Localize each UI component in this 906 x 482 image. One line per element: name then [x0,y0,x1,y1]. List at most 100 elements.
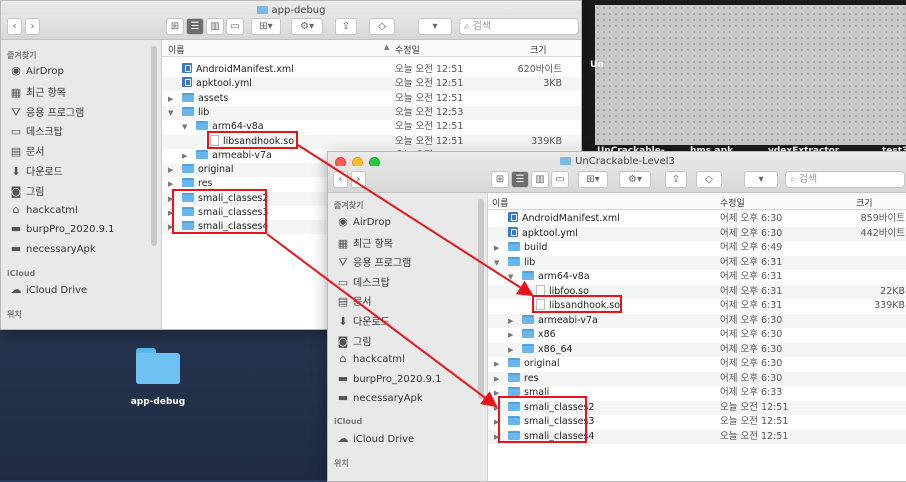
tags-button[interactable]: ◇ [696,171,722,188]
sidebar-item-7[interactable]: ⌂ hackcatml [9,203,78,216]
disclosure-open-icon[interactable]: ▼ [182,120,187,134]
list-view-button[interactable]: ☰ [511,171,529,188]
sidebar-item-0[interactable]: ◉ AirDrop [9,64,64,77]
table-row[interactable]: ▼ arm64-v8a 어제 오후 6:31 [488,270,906,284]
gallery-view-button[interactable]: ▭ [226,18,244,35]
sidebar-item-2[interactable]: ⛛ 응용 프로그램 [9,104,84,120]
sidebar-item-icloud-drive[interactable]: ☁ iCloud Drive [9,283,88,296]
table-row[interactable]: AndroidManifest.xml 어제 오후 6:30 859바이트 [488,212,906,226]
sidebar-item-6[interactable]: ◙ 그림 [336,333,372,348]
column-header-name[interactable]: 이름 [168,43,185,56]
sidebar-item-9[interactable]: ▬ necessaryApk [9,242,96,255]
disclosure-closed-icon[interactable]: ▶ [494,357,499,371]
column-header-name[interactable]: 이름 [492,196,509,209]
back-button[interactable]: ‹ [7,18,22,35]
row-name: res [508,372,539,386]
sidebar-item-3[interactable]: ▭ 데스크탑 [9,123,63,138]
share-button[interactable]: ⇪ [665,171,687,188]
sidebar-item-9[interactable]: ▬ necessaryApk [336,391,423,404]
table-row[interactable]: ▶ assets 오늘 오전 12:51 [162,92,581,106]
icon-view-button[interactable]: ⊞ [166,18,184,35]
sidebar-item-icloud-drive[interactable]: ☁ iCloud Drive [336,432,415,445]
sidebar-item-6[interactable]: ◙ 그림 [9,183,45,198]
tags-button[interactable]: ◇ [369,18,395,35]
sidebar-item-1[interactable]: ▦ 최근 항목 [9,84,66,99]
sidebar-scrollbar[interactable] [151,46,157,246]
disclosure-closed-icon[interactable]: ▶ [168,92,173,106]
column-header-size[interactable]: 크기 [856,196,873,209]
group-by-button[interactable]: ⊞▾ [578,171,608,188]
disclosure-closed-icon[interactable]: ▶ [508,314,513,328]
dropdown-button[interactable]: ▾ [744,171,778,188]
row-date: 오늘 오전 12:51 [720,416,789,427]
sidebar-scrollbar[interactable] [478,199,484,399]
column-view-button[interactable]: ▥ [206,18,224,35]
sidebar-item-2[interactable]: ⛛ 응용 프로그램 [336,254,411,270]
sidebar-item-label: 최근 항목 [26,87,66,99]
finder-sidebar: 즐겨찾기 ◉ AirDrop ▦ 최근 항목 ⛛ 응용 프로그램 ▭ 데스크탑 ▤ 문서 ⬇ 다운로드… [328,193,488,481]
disclosure-closed-icon[interactable]: ▶ [494,241,499,255]
table-row[interactable]: ▼ lib 오늘 오전 12:53 [162,105,581,120]
table-row[interactable]: ▶ armeabi-v7a 어제 오후 6:30 [488,313,906,328]
gallery-view-button[interactable]: ▭ [551,171,569,188]
airdrop-icon: ◉ [11,64,21,77]
disclosure-closed-icon[interactable]: ▶ [168,163,173,177]
sidebar-item-1[interactable]: ▦ 최근 항목 [336,235,393,250]
table-row[interactable]: ▶ x86 어제 오후 6:30 [488,328,906,342]
disclosure-closed-icon[interactable]: ▶ [508,343,513,357]
file-icon [182,63,192,73]
sidebar-item-8[interactable]: ▬ burpPro_2020.9.1 [336,372,442,385]
row-name-text: lib [524,256,536,268]
sidebar-item-5[interactable]: ⬇ 다운로드 [9,163,62,178]
column-header-size[interactable]: 크기 [530,43,547,56]
sidebar-item-3[interactable]: ▭ 데스크탑 [336,274,390,289]
folder-icon [522,343,534,353]
row-size: 620바이트 [517,64,562,75]
disclosure-open-icon[interactable]: ▼ [508,270,513,284]
disclosure-open-icon[interactable]: ▼ [168,106,173,120]
row-date: 어제 오후 6:49 [720,242,783,253]
row-date: 어제 오후 6:30 [720,314,783,326]
disclosure-closed-icon[interactable]: ▶ [508,328,513,342]
folder-icon [182,106,194,116]
disclosure-open-icon[interactable]: ▼ [494,256,499,270]
table-row[interactable]: ▶ x86_64 어제 오후 6:30 [488,342,906,357]
sidebar-item-4[interactable]: ▤ 문서 [9,143,45,159]
folder-icon [196,121,208,131]
sidebar-item-4[interactable]: ▤ 문서 [336,293,372,308]
list-view-button[interactable]: ☰ [186,18,204,35]
table-row[interactable]: apktool.yml 어제 오후 6:30 442바이트 [488,226,906,241]
group-by-button[interactable]: ⊞▾ [251,18,281,35]
forward-button[interactable]: › [25,18,40,35]
table-row[interactable]: apktool.yml 오늘 오전 12:51 3KB [162,77,581,92]
action-gear-button[interactable]: ⚙▾ [619,171,651,188]
table-row[interactable]: AndroidManifest.xml 오늘 오전 12:51 620바이트 [162,63,581,77]
sidebar-item-5[interactable]: ⬇ 다운로드 [336,313,389,328]
action-gear-button[interactable]: ⚙▾ [291,18,323,35]
finder-window-uncrackable-level3[interactable]: UnCrackable-Level3 ‹ › ⊞ ☰ ▥ ▭ ⊞▾ ⚙▾ ⇪ ◇… [327,151,906,482]
table-row[interactable]: ▶ original 어제 오후 6:30 [488,357,906,371]
window-toolbar: ‹ › ⊞ ☰ ▥ ▭ ⊞▾ ⚙▾ ⇪ ◇ ▾ ⌕ 검색 [328,166,906,193]
sidebar-item-0[interactable]: ◉ AirDrop [336,215,391,228]
column-view-button[interactable]: ▥ [531,171,549,188]
column-header-date[interactable]: 수정일 [720,196,745,209]
folder-icon [522,271,534,280]
search-input[interactable]: ⌕ 검색 [459,18,579,35]
disclosure-closed-icon[interactable]: ▶ [182,149,187,163]
documents-icon: ▤ [10,145,22,159]
sidebar-item-8[interactable]: ▬ burpPro_2020.9.1 [9,222,115,235]
disclosure-closed-icon[interactable]: ▶ [494,372,499,386]
icon-view-button[interactable]: ⊞ [491,171,509,188]
row-name-text: lib [198,106,210,118]
column-header-date[interactable]: 수정일 [395,43,420,56]
desktop-folder-app-debug[interactable]: app-debug [128,348,188,407]
forward-button[interactable]: › [351,171,366,188]
sidebar-item-7[interactable]: ⌂ hackcatml [336,352,405,365]
back-button[interactable]: ‹ [333,171,348,188]
dropdown-button[interactable]: ▾ [418,18,452,35]
table-row[interactable]: ▼ lib 어제 오후 6:31 [488,255,906,270]
table-row[interactable]: ▶ res 어제 오후 6:30 [488,371,906,386]
share-button[interactable]: ⇪ [335,18,357,35]
search-input[interactable]: ⌕ 검색 [785,171,905,188]
table-row[interactable]: ▶ build 어제 오후 6:49 [488,241,906,255]
